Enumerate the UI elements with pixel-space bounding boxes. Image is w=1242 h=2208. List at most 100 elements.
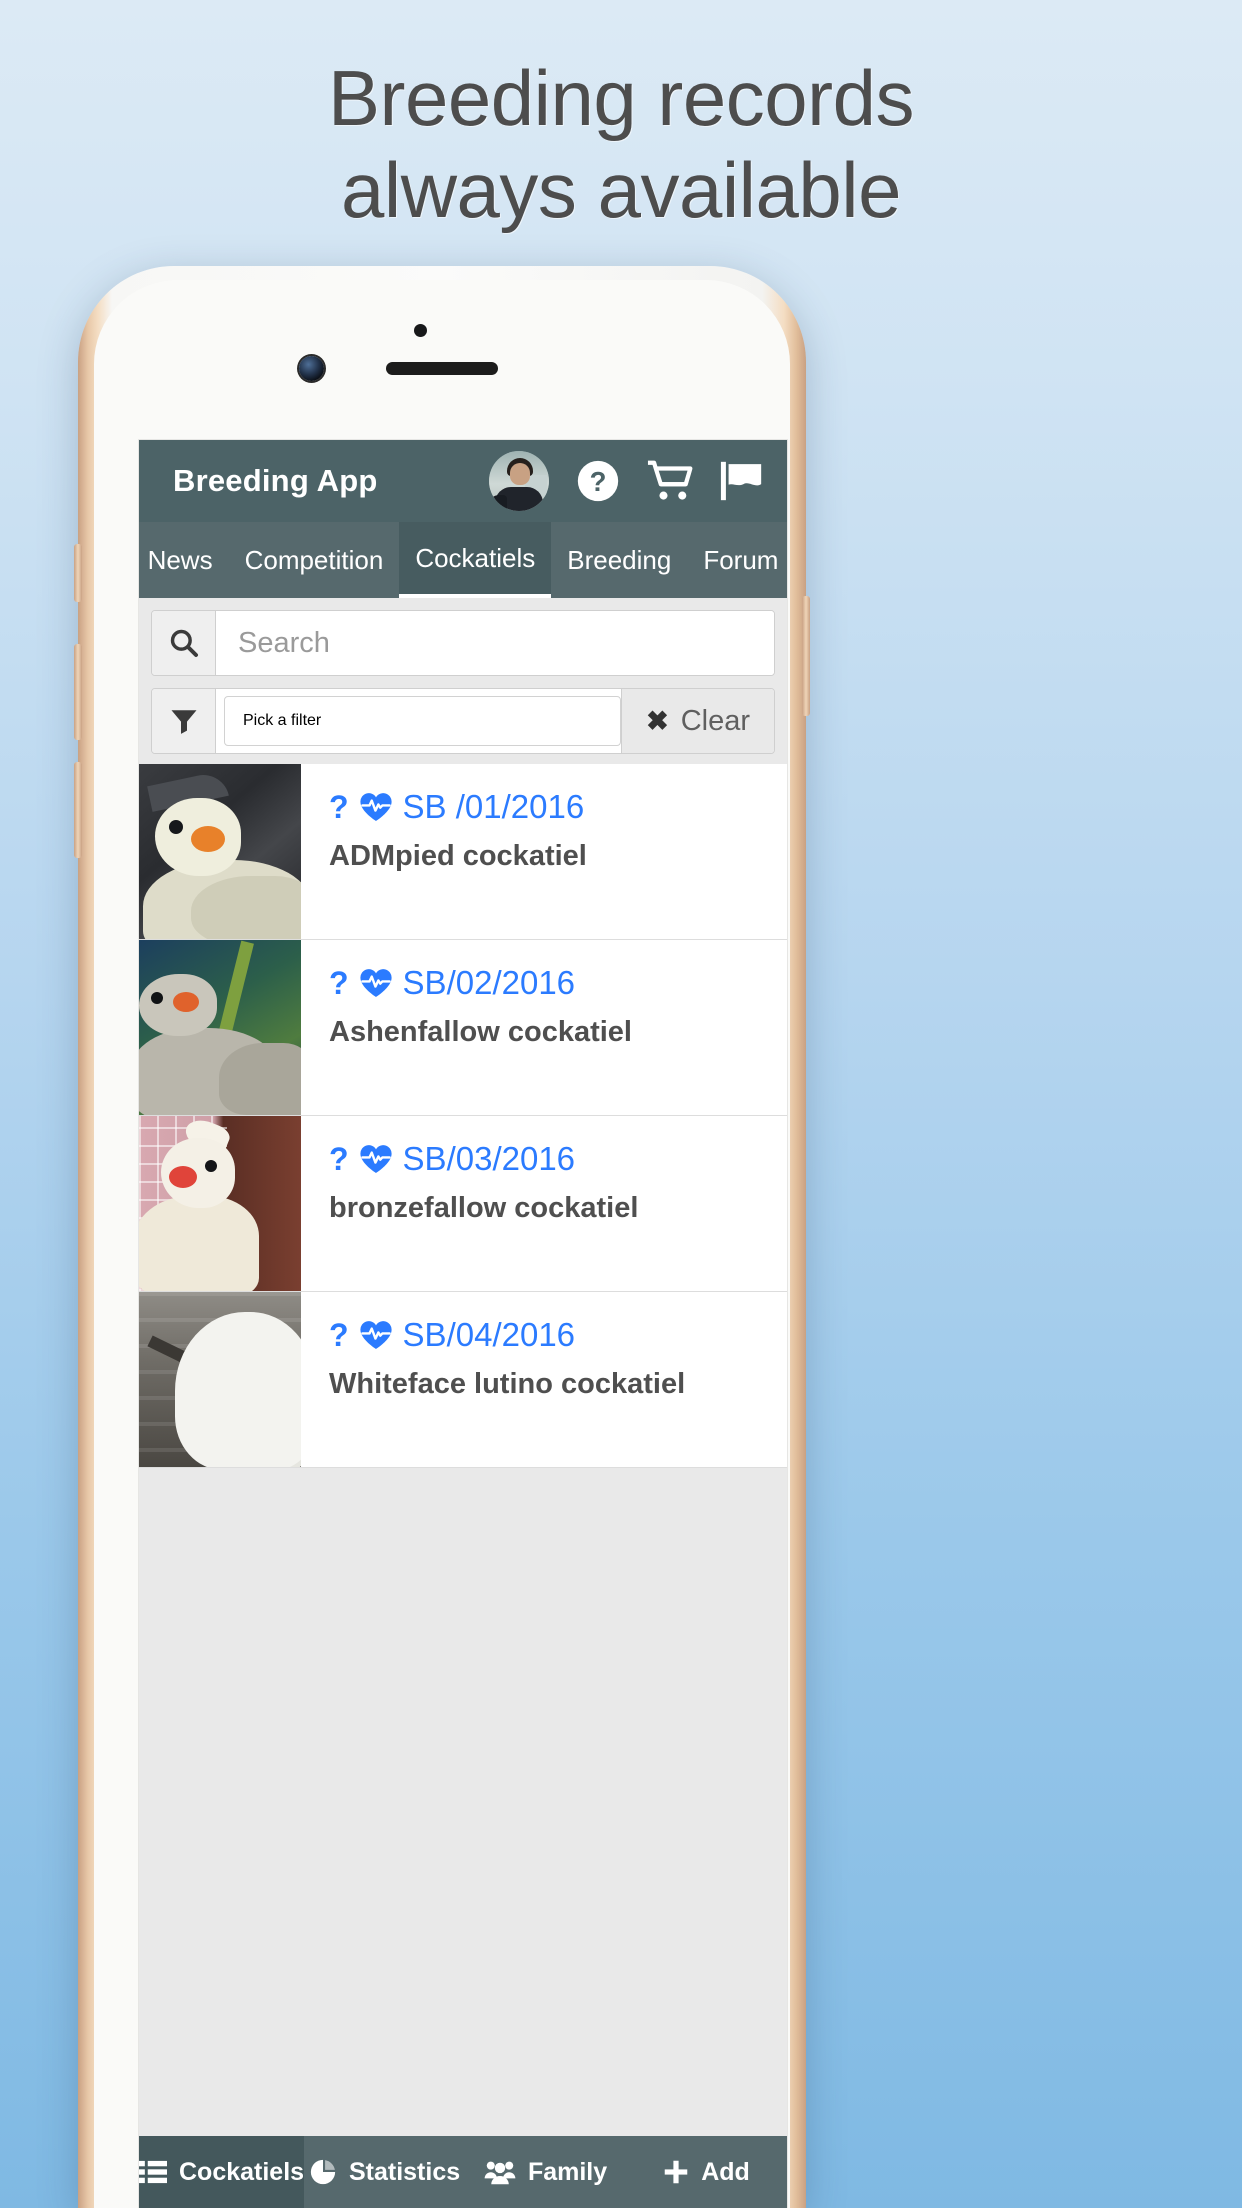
tab-forum[interactable]: Forum (687, 522, 787, 598)
thumb-cheek (191, 826, 225, 852)
avatar-face (510, 463, 530, 485)
thumb-body (175, 1312, 301, 1467)
bottom-nav-cockatiels[interactable]: Cockatiels (139, 2136, 305, 2208)
list-empty-space (139, 1468, 787, 2136)
list-item-code: SB/03/2016 (402, 1140, 576, 1177)
thumb-eye (169, 820, 183, 834)
avatar-shoulder (489, 495, 507, 511)
filter-placeholder: Pick a filter (243, 712, 322, 729)
app-title: Breeding App (173, 463, 378, 498)
list-item-code: SB/02/2016 (402, 964, 576, 1001)
shopping-cart-icon[interactable] (647, 458, 693, 504)
clear-filter-button[interactable]: ✖ Clear (621, 689, 774, 753)
question-mark-icon: ? (329, 1316, 349, 1353)
thumb-eye (151, 992, 163, 1004)
tab-news[interactable]: News (139, 522, 229, 598)
list-item-code-row[interactable]: ? SB/02/2016 (329, 964, 769, 1002)
list-item[interactable]: ? SB /01/2016 ADMpied cockatiel (139, 764, 787, 940)
thumb-body (139, 1196, 259, 1291)
help-icon[interactable]: ? (575, 458, 621, 504)
list-item[interactable]: ? SB/03/2016 bronzefallow cockatiel (139, 1116, 787, 1292)
user-avatar[interactable] (489, 451, 549, 511)
cockatiel-thumbnail (139, 1116, 301, 1291)
phone-power-button[interactable] (802, 596, 810, 716)
thumb-eye (205, 1160, 217, 1172)
search-filter-toolbar: Search Pick a filter ✖ Clear (139, 598, 787, 764)
list-item-name: Whiteface lutino cockatiel (329, 1368, 686, 1400)
bottom-nav-cockatiels-label: Cockatiels (179, 2157, 305, 2186)
cockatiel-thumbnail (139, 764, 301, 939)
list-icon (139, 2159, 167, 2185)
promo-headline: Breeding records always available (0, 0, 1242, 236)
heartbeat-icon (359, 1320, 393, 1350)
tab-cockatiels[interactable]: Cockatiels (399, 522, 552, 598)
bottom-navigation: Cockatiels Statistics Family Add (139, 2136, 787, 2208)
list-item-name: bronzefallow cockatiel (329, 1192, 639, 1224)
flag-icon[interactable] (719, 458, 765, 504)
clear-filter-label: Clear (680, 704, 750, 737)
cockatiel-thumbnail (139, 1292, 301, 1467)
search-bar: Search (151, 610, 775, 676)
filter-icon (152, 689, 216, 753)
heartbeat-icon (359, 1144, 393, 1174)
promo-headline-line-2: always available (341, 146, 901, 235)
list-item-body: ? SB/03/2016 bronzefallow cockatiel (301, 1116, 787, 1291)
list-item-body: ? SB /01/2016 ADMpied cockatiel (301, 764, 787, 939)
thumb-wing (191, 876, 301, 939)
bottom-nav-add[interactable]: Add (626, 2136, 787, 2208)
list-item-code-row[interactable]: ? SB/03/2016 (329, 1140, 769, 1178)
cockatiel-list: ? SB /01/2016 ADMpied cockatiel ? SB/02/… (139, 764, 787, 2136)
tab-competition[interactable]: Competition (229, 522, 400, 598)
bottom-nav-family[interactable]: Family (465, 2136, 626, 2208)
earpiece-speaker-icon (386, 362, 498, 375)
tab-news-label: News (147, 544, 213, 575)
thumb-body-2 (219, 1043, 301, 1115)
question-mark-icon: ? (329, 1140, 349, 1177)
list-item-code-row[interactable]: ? SB /01/2016 (329, 788, 769, 826)
list-item[interactable]: ? SB/02/2016 Ashenfallow cockatiel (139, 940, 787, 1116)
thumb-cheek (169, 1166, 197, 1188)
bottom-nav-add-label: Add (701, 2157, 750, 2186)
plus-icon (663, 2159, 689, 2185)
list-item[interactable]: ? SB/04/2016 Whiteface lutino cockatiel (139, 1292, 787, 1468)
pie-chart-icon (309, 2158, 337, 2186)
tab-breeding-label: Breeding (567, 544, 672, 575)
filter-input[interactable]: Pick a filter (224, 696, 622, 746)
bottom-nav-family-label: Family (527, 2157, 608, 2186)
filter-bar: Pick a filter ✖ Clear (151, 688, 775, 754)
list-item-body: ? SB/02/2016 Ashenfallow cockatiel (301, 940, 787, 1115)
x-mark-icon: ✖ (646, 705, 669, 736)
list-item-code: SB /01/2016 (402, 788, 585, 825)
list-item-name: ADMpied cockatiel (329, 840, 587, 872)
tab-competition-label: Competition (244, 544, 384, 575)
question-mark-icon: ? (329, 964, 349, 1001)
svg-text:?: ? (590, 466, 607, 497)
phone-volume-up-button[interactable] (74, 644, 82, 740)
tab-forum-label: Forum (703, 544, 779, 575)
app-screen: Breeding App ? News Competition Cockatie… (139, 440, 787, 2208)
question-mark-icon: ? (329, 788, 349, 825)
bottom-nav-statistics[interactable]: Statistics (304, 2136, 465, 2208)
header-actions: ? (489, 451, 765, 511)
search-placeholder: Search (238, 626, 330, 659)
phone-bezel: Breeding App ? News Competition Cockatie… (94, 280, 790, 2208)
front-camera-icon (299, 356, 324, 381)
main-tabs: News Competition Cockatiels Breeding For… (139, 522, 787, 598)
phone-mockup: Breeding App ? News Competition Cockatie… (74, 266, 810, 2208)
phone-volume-down-button[interactable] (74, 762, 82, 858)
users-icon (484, 2159, 516, 2185)
phone-mute-switch[interactable] (74, 544, 82, 602)
bottom-nav-statistics-label: Statistics (348, 2157, 461, 2186)
search-icon (152, 611, 216, 675)
app-header: Breeding App ? (139, 440, 787, 522)
search-input[interactable]: Search (216, 611, 774, 675)
heartbeat-icon (359, 968, 393, 998)
list-item-code: SB/04/2016 (402, 1316, 576, 1353)
promo-headline-line-1: Breeding records (328, 54, 915, 142)
heartbeat-icon (359, 792, 393, 822)
thumb-cheek (173, 992, 199, 1012)
proximity-sensor-icon (414, 324, 427, 337)
list-item-code-row[interactable]: ? SB/04/2016 (329, 1316, 769, 1354)
list-item-body: ? SB/04/2016 Whiteface lutino cockatiel (301, 1292, 787, 1467)
tab-breeding[interactable]: Breeding (551, 522, 687, 598)
